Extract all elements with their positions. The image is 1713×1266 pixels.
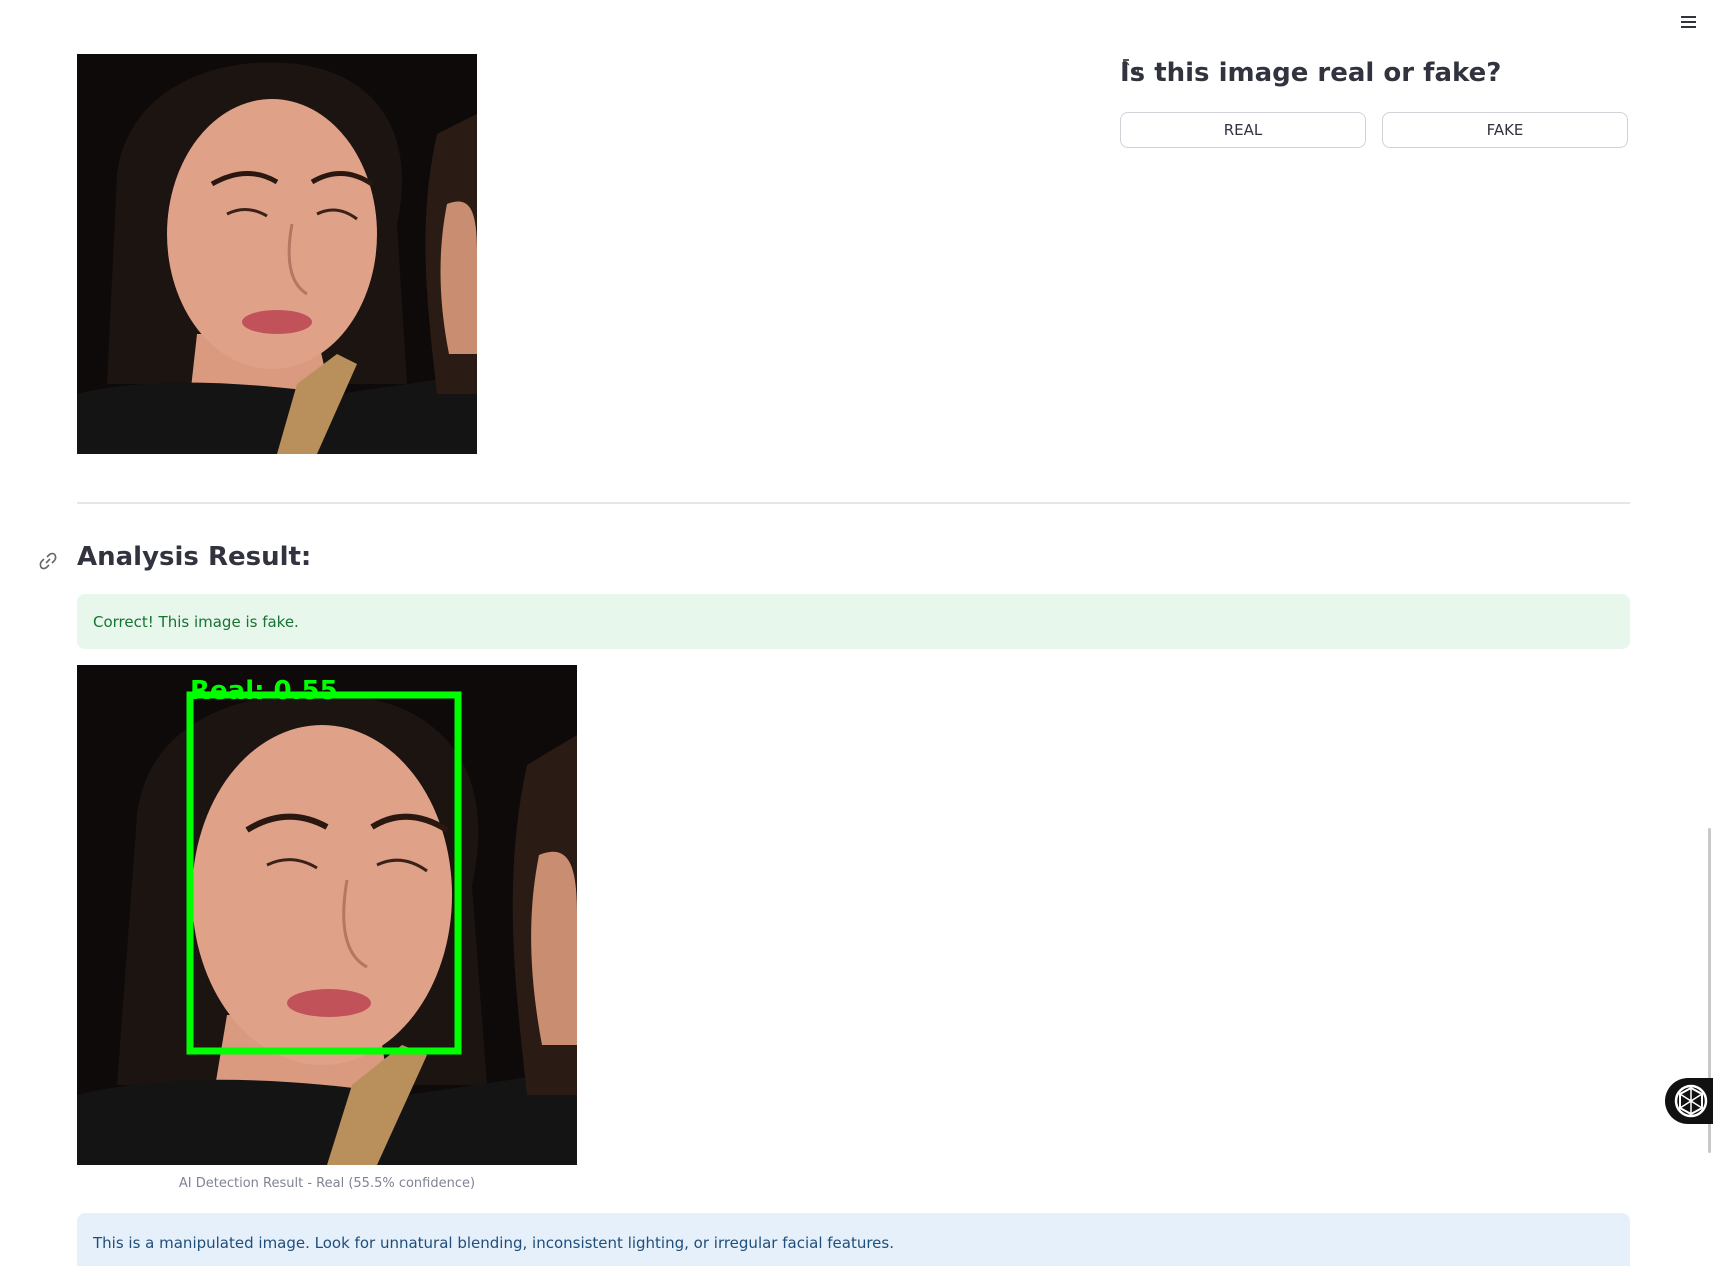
- info-alert: This is a manipulated image. Look for un…: [77, 1213, 1630, 1266]
- real-button[interactable]: REAL: [1120, 112, 1366, 148]
- anchor-link-icon[interactable]: [38, 551, 58, 571]
- quiz-question: Is this image real or fake?: [1120, 58, 1502, 88]
- info-alert-text: This is a manipulated image. Look for un…: [93, 1234, 894, 1252]
- section-divider: [77, 502, 1630, 504]
- assistant-widget-button[interactable]: [1665, 1078, 1713, 1124]
- assistant-logo-icon: [1674, 1084, 1708, 1118]
- detection-result-image: Real: 0.55: [77, 665, 577, 1165]
- quiz-face-image: [77, 54, 477, 454]
- success-alert-text: Correct! This image is fake.: [93, 612, 299, 631]
- hamburger-menu-icon[interactable]: [1677, 12, 1701, 32]
- detection-caption: AI Detection Result - Real (55.5% confid…: [178, 1176, 476, 1191]
- detection-box-label: Real: 0.55: [190, 676, 338, 706]
- fake-button[interactable]: FAKE: [1382, 112, 1628, 148]
- success-alert: Correct! This image is fake.: [77, 594, 1630, 649]
- analysis-heading: Analysis Result:: [77, 542, 312, 572]
- app-page: Is this image real or fake? REAL FAKE An…: [0, 0, 1713, 1266]
